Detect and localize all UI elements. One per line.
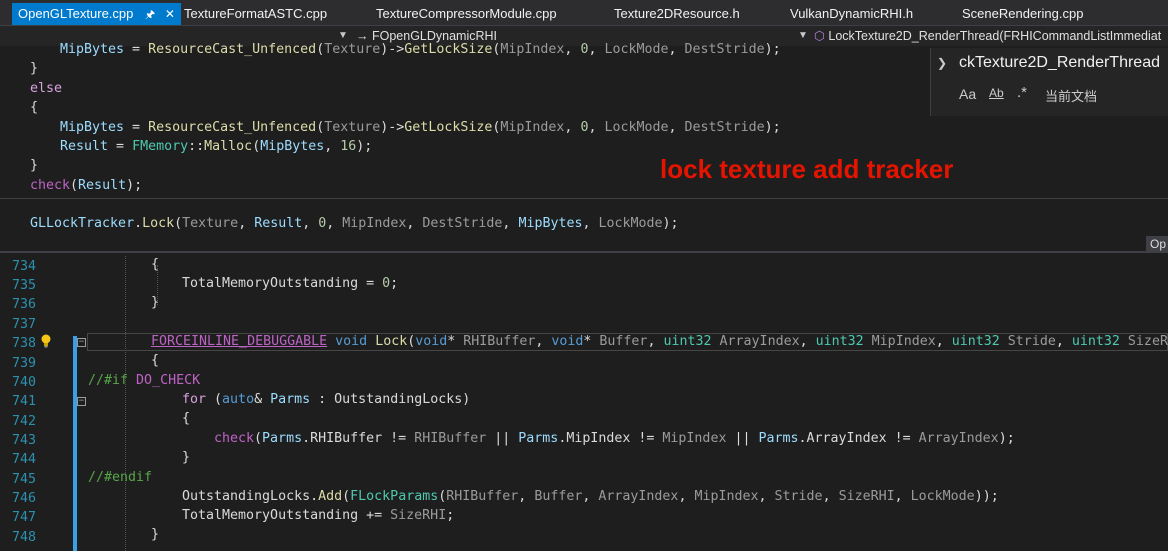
indent-guide	[125, 256, 126, 551]
tab-bar: OpenGLTexture.cpp 🖈 ✕ TextureFormatASTC.…	[0, 0, 1168, 25]
peek-line-2: }	[30, 61, 39, 76]
peek-line-8: check(Result);	[30, 178, 143, 193]
line-number: 745	[11, 472, 36, 487]
pin-icon[interactable]: 🖈	[145, 9, 155, 21]
find-widget: ❯ ckTexture2D_RenderThread Aa Ab .* 当前文档	[930, 48, 1168, 116]
peek-open-button[interactable]: Op	[1146, 236, 1168, 252]
code-line-743: check(Parms.RHIBuffer != RHIBuffer || Pa…	[214, 431, 1015, 446]
line-number: 744	[11, 452, 36, 467]
tab-scenerendering[interactable]: SceneRendering.cpp	[962, 3, 1083, 25]
peek-line-9: GLLockTracker.Lock(Texture, Result, 0, M…	[30, 216, 679, 231]
lightbulb-icon[interactable]	[40, 334, 52, 348]
divider	[0, 198, 1168, 199]
code-line-741: for (auto& Parms : OutstandingLocks)	[182, 392, 471, 407]
line-number: 742	[11, 414, 36, 429]
code-line-738: FORCEINLINE_DEBUGGABLE void Lock(void* R…	[151, 334, 1168, 349]
tab-label: OpenGLTexture.cpp	[18, 6, 134, 21]
tab-texturecompressormodule[interactable]: TextureCompressorModule.cpp	[376, 3, 557, 25]
code-line-735: TotalMemoryOutstanding = 0;	[182, 276, 399, 291]
code-line-736: }	[151, 295, 160, 310]
tab-opengltexture[interactable]: OpenGLTexture.cpp 🖈 ✕	[12, 3, 181, 25]
tab-vulkandynamicrhi[interactable]: VulkanDynamicRHI.h	[790, 3, 913, 25]
peek-bottom-border	[0, 251, 1168, 253]
code-line-740: //#if DO_CHECK	[88, 373, 201, 388]
tab-texture2dresource[interactable]: Texture2DResource.h	[614, 3, 740, 25]
chevron-down-icon[interactable]: ❯	[937, 56, 947, 70]
member-dropdown[interactable]: ⬡ LockTexture2D_RenderThread(FRHICommand…	[814, 26, 1168, 46]
regex-icon[interactable]: .*	[1017, 84, 1027, 101]
peek-line-3: else	[30, 81, 63, 96]
line-number: 737	[11, 317, 36, 332]
line-number: 743	[11, 433, 36, 448]
method-icon: ⬡	[814, 29, 825, 43]
arrow-right-icon: →	[356, 29, 369, 43]
code-line-742: {	[182, 411, 191, 426]
line-number: 734	[11, 259, 36, 274]
line-number: 738	[11, 336, 36, 351]
tab-textureformatastc[interactable]: TextureFormatASTC.cpp	[184, 3, 327, 25]
scope-dropdown-arrow-icon[interactable]: ▼	[798, 26, 808, 46]
whole-word-icon[interactable]: Ab	[989, 86, 1004, 100]
line-number: 740	[11, 375, 36, 390]
code-line-746: OutstandingLocks.Add(FLockParams(RHIBuff…	[182, 489, 999, 504]
line-number: 735	[11, 278, 36, 293]
collapse-icon[interactable]: −	[77, 397, 86, 406]
peek-line-6: Result = FMemory::Malloc(MipBytes, 16);	[60, 139, 373, 154]
line-number: 736	[11, 297, 36, 312]
match-case-icon[interactable]: Aa	[959, 86, 976, 102]
code-line-747: TotalMemoryOutstanding += SizeRHI;	[182, 508, 455, 523]
code-line-734: {	[151, 257, 160, 272]
code-line-744: }	[182, 450, 191, 465]
peek-line-5: MipBytes = ResourceCast_Unfenced(Texture…	[60, 120, 781, 135]
code-line-739: {	[151, 353, 160, 368]
annotation-text: lock texture add tracker	[660, 154, 954, 184]
member-label: LockTexture2D_RenderThread(FRHICommandLi…	[828, 29, 1162, 43]
line-number: 741	[11, 394, 36, 409]
scope-label: FOpenGLDynamicRHI	[371, 29, 498, 43]
peek-line-1: MipBytes = ResourceCast_Unfenced(Texture…	[60, 42, 781, 57]
find-input[interactable]: ckTexture2D_RenderThread	[959, 54, 1160, 72]
line-number: 739	[11, 356, 36, 371]
peek-line-4: {	[30, 100, 39, 115]
code-line-748: }	[151, 527, 160, 542]
change-indicator-bar	[73, 336, 77, 551]
line-number: 746	[11, 491, 36, 506]
close-icon[interactable]: ✕	[165, 7, 175, 21]
code-line-745: //#endif	[88, 470, 153, 485]
line-number: 748	[11, 530, 36, 545]
line-number: 747	[11, 510, 36, 525]
search-scope-dropdown[interactable]: 当前文档	[1045, 86, 1097, 105]
peek-line-7: }	[30, 158, 39, 173]
collapse-icon[interactable]: −	[77, 338, 86, 347]
